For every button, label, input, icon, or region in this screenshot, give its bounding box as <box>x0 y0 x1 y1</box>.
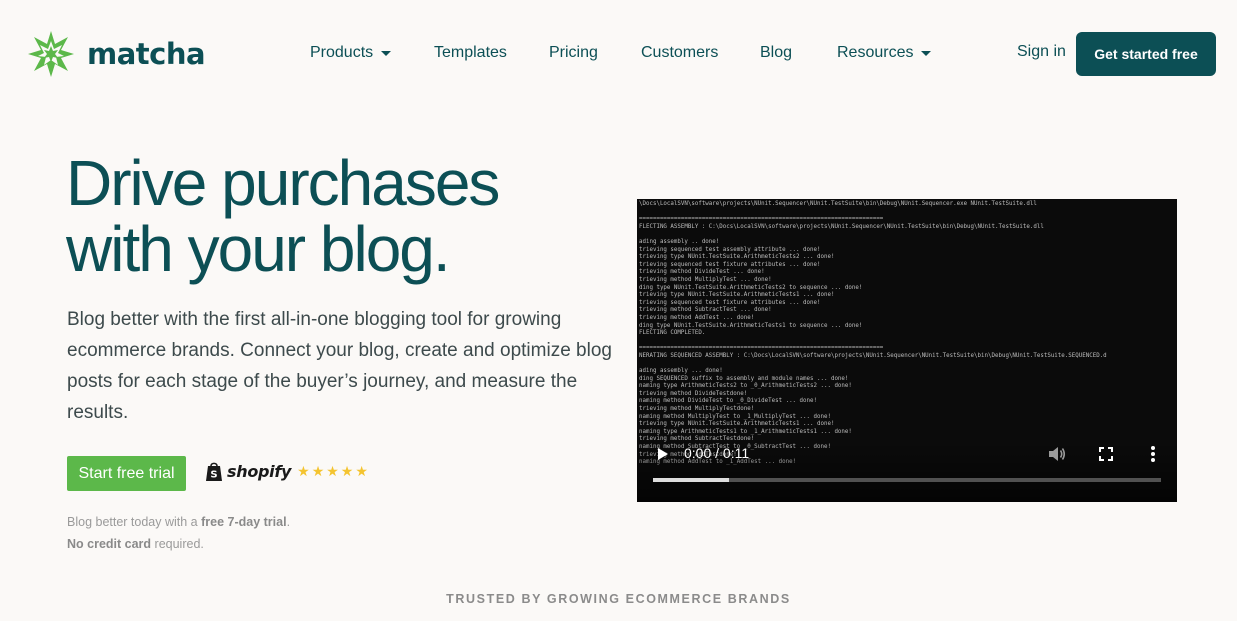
nav-item-resources[interactable]: Resources <box>837 44 932 62</box>
svg-text:S: S <box>210 470 217 481</box>
video-frame-console: \Docs\LocalSVN\software\projects\NUnit.S… <box>639 201 1107 467</box>
nav-label: Products <box>310 44 374 61</box>
console-line: naming type ArithmeticTests2 to _0_Arith… <box>639 383 852 390</box>
matcha-leaf-logo-icon <box>28 31 74 77</box>
console-line: trieving sequenced test fixture attribut… <box>639 299 821 306</box>
video-progress-fill <box>653 478 730 482</box>
trial-note: Blog better today with a free 7-day tria… <box>67 511 290 555</box>
caret-down-icon <box>921 50 932 56</box>
console-line: naming type ArithmeticTests1 to _1_Arith… <box>639 428 852 435</box>
nav-item-products[interactable]: Products <box>310 44 434 62</box>
console-line: trieving method DivideTest ... done! <box>639 269 765 276</box>
top-navigation: matcha Products Templates Pricing Custom… <box>0 0 1237 108</box>
demo-video-player[interactable]: \Docs\LocalSVN\software\projects\NUnit.S… <box>637 199 1177 502</box>
brand-logo[interactable]: matcha <box>27 30 206 78</box>
nav-label: Templates <box>434 44 507 61</box>
nav-item-blog[interactable]: Blog <box>760 44 837 62</box>
play-icon[interactable] <box>658 448 668 460</box>
rating-stars: ★★★★★ <box>297 463 370 479</box>
headline-line-2: with your blog. <box>66 213 451 285</box>
headline-line-1: Drive purchases <box>66 147 500 219</box>
nav-item-pricing[interactable]: Pricing <box>549 44 641 62</box>
more-options-icon[interactable] <box>1147 445 1159 463</box>
console-line: naming method DivideTest to _0_DivideTes… <box>639 398 817 405</box>
console-line: trieving method MultiplyTest ... done! <box>639 276 772 283</box>
sign-in-link[interactable]: Sign in <box>1017 43 1066 61</box>
nav-label: Resources <box>837 44 914 61</box>
nav-label: Customers <box>641 44 719 61</box>
console-line: ding type NUnit.TestSuite.ArithmeticTest… <box>639 322 863 329</box>
video-progress-bar[interactable] <box>653 478 1161 482</box>
console-line: trieving type NUnit.TestSuite.Arithmetic… <box>639 421 835 428</box>
trial-note-line-2: No credit card required. <box>67 537 204 551</box>
console-line: NERATING SEQUENCED ASSEMBLY : C:\Docs\Lo… <box>639 352 1107 359</box>
shopify-wordmark: shopify <box>227 462 292 481</box>
trusted-by-label: TRUSTED BY GROWING ECOMMERCE BRANDS <box>446 592 791 606</box>
video-time: 0:00 / 0:11 <box>684 445 750 461</box>
console-line: ading assembly ... done! <box>639 368 723 375</box>
console-line: trieving type NUnit.TestSuite.Arithmetic… <box>639 254 835 261</box>
console-line: ========================================… <box>639 345 884 352</box>
console-line: trieving type NUnit.TestSuite.Arithmetic… <box>639 292 835 299</box>
console-line: FLECTING COMPLETED. <box>639 330 706 337</box>
main-menu: Products Templates Pricing Customers Blo… <box>310 44 932 62</box>
console-line: trieving sequenced test fixture attribut… <box>639 261 821 268</box>
console-line: ding SEQUENCED suffix to assembly and mo… <box>639 375 849 382</box>
caret-down-icon <box>381 50 392 56</box>
shopify-bag-icon: S <box>206 462 222 481</box>
console-line: trieving method DivideTestdone! <box>639 390 748 397</box>
shopify-rating: S shopify ★★★★★ <box>205 461 370 482</box>
brand-name: matcha <box>87 37 206 71</box>
nav-label: Pricing <box>549 44 598 61</box>
hero-headline: Drive purchases with your blog. <box>66 147 500 285</box>
fullscreen-icon[interactable] <box>1099 447 1113 461</box>
console-line: ading assembly .. done! <box>639 238 720 245</box>
nav-item-customers[interactable]: Customers <box>641 44 760 62</box>
console-line: trieving sequenced test assembly attribu… <box>639 246 821 253</box>
console-line: trieving method AddTest ... done! <box>639 314 755 321</box>
console-line: trieving method MultiplyTestdone! <box>639 406 755 413</box>
console-line: ========================================… <box>639 216 884 223</box>
trial-note-line-1: Blog better today with a free 7-day tria… <box>67 515 291 529</box>
console-line: \Docs\LocalSVN\software\projects\NUnit.S… <box>639 201 1037 207</box>
nav-label: Blog <box>760 44 793 61</box>
console-line: naming method MultiplyTest to _1_Multipl… <box>639 413 831 420</box>
nav-item-templates[interactable]: Templates <box>434 44 549 62</box>
console-line: ding type NUnit.TestSuite.ArithmeticTest… <box>639 284 863 291</box>
console-line: trieving method SubtractTest ... done! <box>639 307 772 314</box>
volume-icon[interactable] <box>1048 446 1066 462</box>
hero-subtext: Blog better with the first all-in-one bl… <box>67 309 612 423</box>
start-free-trial-button[interactable]: Start free trial <box>67 456 186 491</box>
console-line: FLECTING ASSEMBLY : C:\Docs\LocalSVN\sof… <box>639 223 1044 230</box>
get-started-button[interactable]: Get started free <box>1076 32 1216 76</box>
